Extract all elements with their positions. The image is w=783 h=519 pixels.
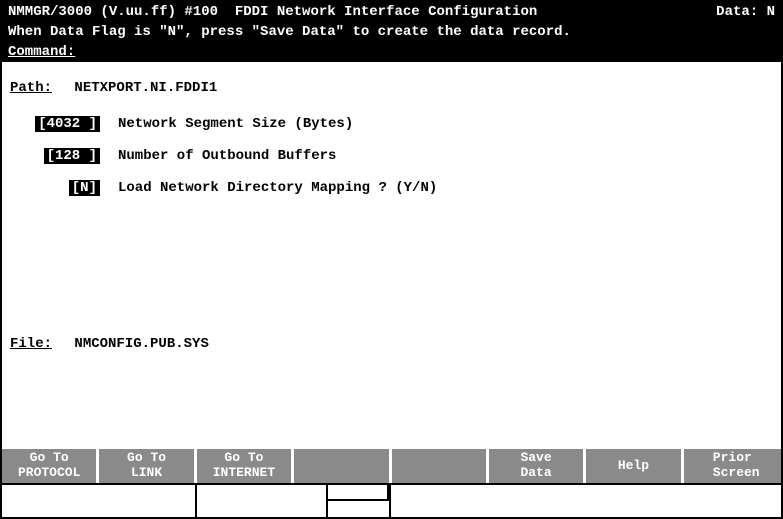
fkey-prior-screen[interactable]: Prior Screen <box>684 449 781 483</box>
bottom-box-4 <box>391 485 781 517</box>
segment-size-input[interactable]: [4032 ] <box>35 116 100 132</box>
bottom-box-2 <box>197 485 328 517</box>
segment-size-label: Network Segment Size (Bytes) <box>118 116 353 132</box>
outbound-buffers-label: Number of Outbound Buffers <box>118 148 336 164</box>
app-title: NMMGR/3000 (V.uu.ff) #100 FDDI Network I… <box>8 4 537 20</box>
outbound-buffers-input[interactable]: [128 ] <box>44 148 100 164</box>
content-area: Path: NETXPORT.NI.FDDI1 [4032 ] Network … <box>2 62 781 449</box>
path-value: NETXPORT.NI.FDDI1 <box>74 80 217 96</box>
fkey-blank-5 <box>392 449 489 483</box>
fkey-go-to-internet[interactable]: Go To INTERNET <box>197 449 294 483</box>
path-label: Path: <box>10 80 52 96</box>
file-label: File: <box>10 336 52 352</box>
fkey-blank-4 <box>294 449 391 483</box>
command-label: Command: <box>8 44 75 60</box>
bottom-box-3 <box>328 485 392 517</box>
data-flag: Data: N <box>716 4 775 20</box>
path-row: Path: NETXPORT.NI.FDDI1 <box>10 80 773 96</box>
fkey-go-to-protocol[interactable]: Go To PROTOCOL <box>2 449 99 483</box>
load-directory-label: Load Network Directory Mapping ? (Y/N) <box>118 180 437 196</box>
bottom-box-row <box>2 483 781 517</box>
fkey-save-data[interactable]: Save Data <box>489 449 586 483</box>
fkey-go-to-link[interactable]: Go To LINK <box>99 449 196 483</box>
function-key-row: Go To PROTOCOL Go To LINK Go To INTERNET… <box>2 449 781 483</box>
hint-line: When Data Flag is "N", press "Save Data"… <box>2 22 781 42</box>
field-segment-size: [4032 ] Network Segment Size (Bytes) <box>10 116 773 132</box>
load-directory-input[interactable]: [N] <box>69 180 100 196</box>
field-load-directory: [N] Load Network Directory Mapping ? (Y/… <box>10 180 773 196</box>
field-outbound-buffers: [128 ] Number of Outbound Buffers <box>10 148 773 164</box>
bottom-box-1 <box>2 485 197 517</box>
command-row: Command: <box>2 42 781 62</box>
file-value: NMCONFIG.PUB.SYS <box>74 336 208 352</box>
title-bar: NMMGR/3000 (V.uu.ff) #100 FDDI Network I… <box>2 2 781 22</box>
fkey-help[interactable]: Help <box>586 449 683 483</box>
file-row: File: NMCONFIG.PUB.SYS <box>10 336 773 352</box>
